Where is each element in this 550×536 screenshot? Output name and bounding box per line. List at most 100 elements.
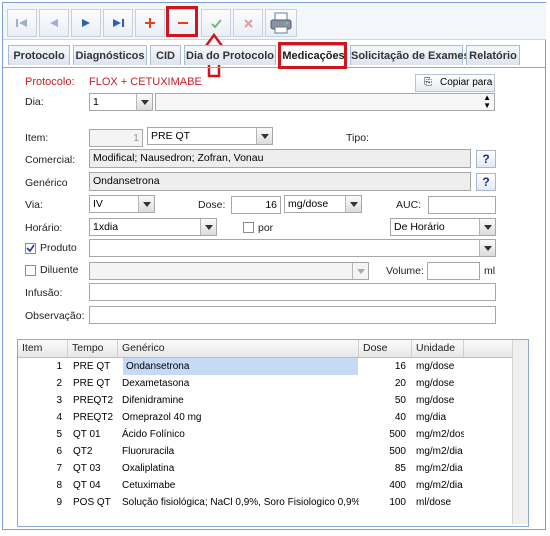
protocol-label: Protocolo: [25, 76, 75, 88]
table-row[interactable]: 2 PRE QT Dexametasona 20 mg/dose [18, 375, 512, 392]
cell-dose: 16 [394, 361, 406, 372]
grid-scrollbar[interactable] [512, 340, 528, 524]
spinner-down-icon[interactable]: ▼ [483, 102, 491, 110]
cell-generico: Solução fisiológica; NaCl 0,9%, Soro Fis… [122, 497, 359, 508]
produto-select[interactable] [89, 239, 496, 257]
dose-unit-select[interactable]: mg/dose [284, 195, 362, 213]
generico-help-button[interactable]: ? [476, 173, 496, 191]
column-header-generico[interactable]: Genérico [118, 340, 359, 357]
chevron-down-icon [136, 94, 152, 110]
next-record-icon [82, 19, 90, 27]
cell-unidade: ml/dose [416, 497, 452, 508]
infusao-field[interactable] [89, 283, 496, 301]
generico-field[interactable]: Ondansetrona [89, 172, 471, 191]
column-header-dose[interactable]: Dose [359, 340, 412, 357]
tab-cid[interactable]: CID [150, 45, 181, 65]
table-row[interactable]: 5 QT 01 Ácido Folínico 500 mg/m2/dose [18, 426, 512, 443]
dose-unit-value: mg/dose [288, 198, 329, 210]
cell-unidade: mg/m2/dia [416, 480, 463, 491]
table-row[interactable]: 8 QT 04 Cetuximabe 400 mg/m2/dia [18, 477, 512, 494]
comercial-help-button[interactable]: ? [476, 150, 496, 168]
item-number-field: 1 [89, 129, 143, 147]
via-select[interactable]: IV [89, 195, 155, 213]
table-row[interactable]: 6 QT2 Fluoruracila 500 mg/m2/dia [18, 443, 512, 460]
column-header-item[interactable]: Item [18, 340, 68, 357]
cell-dose: 100 [389, 497, 406, 508]
cell-item: 6 [56, 446, 62, 457]
cell-tempo: PREQT2 [73, 412, 114, 423]
last-record-button[interactable] [103, 9, 133, 37]
cell-tempo: PRE QT [73, 361, 111, 372]
add-button[interactable] [135, 9, 165, 37]
medicacoes-form: Protocolo: FLOX + CETUXIMABE ⎘ Copiar pa… [11, 68, 538, 332]
table-row[interactable]: 7 QT 03 Oxaliplatina 85 mg/m2/dia [18, 460, 512, 477]
via-label: Via: [25, 199, 43, 211]
horario-select[interactable]: 1xdia [89, 218, 217, 236]
table-row[interactable]: 4 PREQT2 Omeprazol 40 mg 40 mg/dia [18, 409, 512, 426]
remove-button-highlight [166, 6, 198, 37]
observacao-field[interactable] [89, 306, 496, 324]
grid-header: Item Tempo Genérico Dose Unidade [18, 340, 512, 358]
dia-description-field[interactable]: ▲ ▼ [155, 93, 495, 111]
auc-field[interactable] [428, 196, 496, 214]
por-checkbox[interactable] [243, 222, 254, 233]
cell-unidade: mg/dia [416, 412, 447, 423]
dose-field[interactable]: 16 [231, 196, 281, 214]
auc-label: AUC: [396, 199, 422, 211]
volume-field[interactable] [427, 262, 480, 280]
table-row[interactable]: 3 PREQT2 Difenidramine 50 mg/dose [18, 392, 512, 409]
cell-generico: Ácido Folínico [122, 429, 185, 440]
cell-generico: Fluoruracila [122, 446, 175, 457]
horario-label: Horário: [25, 222, 63, 234]
tab-diagnosticos[interactable]: Diagnósticos [73, 45, 147, 65]
cell-item: 3 [56, 395, 62, 406]
tab-dia-do-protocolo[interactable]: Dia do Protocolo [184, 45, 276, 65]
cell-item: 2 [56, 378, 62, 389]
cancel-button[interactable] [233, 9, 263, 37]
next-record-button[interactable] [71, 9, 101, 37]
copy-to-button[interactable]: ⎘ Copiar para [415, 74, 495, 92]
diluente-checkbox[interactable] [25, 265, 36, 276]
tab-solicitacao-de-exames[interactable]: Solicitação de Exames [350, 45, 470, 65]
first-record-button[interactable] [7, 9, 37, 37]
cell-unidade: mg/dose [416, 361, 455, 372]
dia-select[interactable]: 1 [89, 93, 153, 111]
dia-label: Dia: [25, 96, 44, 108]
cell-dose: 400 [389, 480, 406, 491]
produto-checkbox[interactable] [25, 243, 36, 254]
tab-bar: Protocolo Diagnósticos CID Dia do Protoc… [3, 43, 546, 68]
tipo-label: Tipo: [346, 132, 369, 144]
cell-item: 8 [56, 480, 62, 491]
volume-label: Volume: [386, 265, 424, 277]
generico-label: Genérico [25, 177, 68, 189]
item-select[interactable]: PRE QT [147, 127, 273, 145]
previous-record-button[interactable] [39, 9, 69, 37]
cell-dose: 85 [394, 463, 406, 474]
cell-generico: Ondansetrona [123, 358, 358, 375]
de-horario-select[interactable]: De Horário [390, 218, 496, 236]
cell-tempo: QT 04 [73, 480, 101, 491]
table-row[interactable]: 9 POS QT Solução fisiológica; NaCl 0,9%, S… [18, 494, 512, 511]
first-record-icon [16, 19, 27, 27]
chevron-down-icon [479, 240, 495, 256]
checkmark-icon [26, 244, 35, 253]
chevron-down-icon [352, 263, 368, 279]
cell-item: 7 [56, 463, 62, 474]
cell-generico: Omeprazol 40 mg [122, 412, 202, 423]
tab-protocolo[interactable]: Protocolo [8, 45, 70, 65]
comercial-label: Comercial: [25, 154, 76, 166]
print-button[interactable] [265, 9, 297, 37]
chevron-down-icon [256, 128, 272, 144]
column-header-unidade[interactable]: Unidade [412, 340, 464, 357]
table-row[interactable]: 1 PRE QT Ondansetrona 16 mg/dose [18, 358, 512, 375]
dose-label: Dose: [198, 199, 226, 211]
horario-value: 1xdia [93, 221, 119, 233]
cell-tempo: QT 03 [73, 463, 101, 474]
comercial-field[interactable]: Modifical; Nausedron; Zofran, Vonau [89, 149, 471, 168]
cell-dose: 500 [389, 446, 406, 457]
cell-generico: Dexametasona [122, 378, 190, 389]
column-header-tempo[interactable]: Tempo [68, 340, 118, 357]
tab-relatorio[interactable]: Relatório [466, 45, 520, 65]
cell-generico: Difenidramine [122, 395, 184, 406]
diluente-select[interactable] [89, 262, 369, 280]
